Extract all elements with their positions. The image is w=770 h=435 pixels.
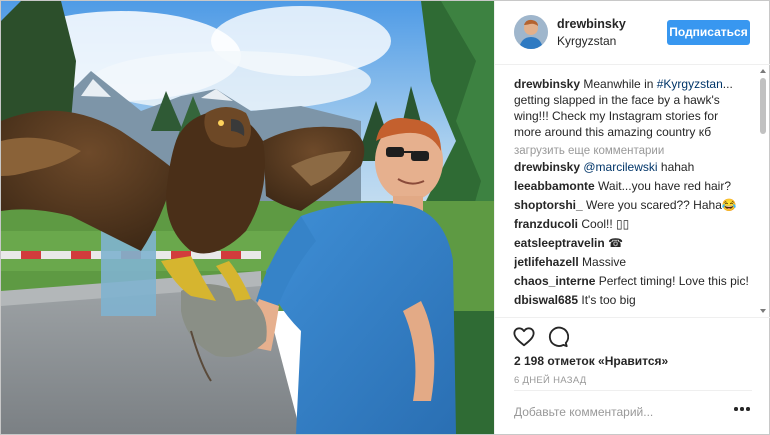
comment-text: Perfect timing! Love this pic! [598,274,749,288]
comment-item: eatsleeptravelin ☎ [514,236,750,250]
post-header: drewbinsky Kyrgyzstan Подписаться [495,1,770,65]
comment-username[interactable]: dbiswal685 [514,293,578,307]
add-comment-input[interactable] [514,402,724,422]
avatar-picture [514,15,548,49]
caption-text-before: Meanwhile in [580,77,657,91]
comment-text: hahah [657,160,695,174]
divider [514,390,752,391]
scrollbar-thumb[interactable] [760,78,766,134]
avatar[interactable] [514,15,548,49]
post-timestamp: 6 ДНЕЙ НАЗАД [514,375,587,386]
comment-username[interactable]: eatsleeptravelin [514,236,605,250]
post-caption: drewbinsky Meanwhile in #Kyrgyzstan... g… [514,76,746,140]
comment-item: drewbinsky @marcilewski hahah [514,160,750,174]
comment-username[interactable]: leeabbamonte [514,179,595,193]
comment-username[interactable]: drewbinsky [514,160,580,174]
comment-text: Massive [582,255,627,269]
comment-text: ☎ [608,236,624,250]
heart-icon[interactable] [513,326,535,348]
comment-username[interactable]: shoptorshi_ [514,198,583,212]
likes-count[interactable]: 2 198 отметок «Нравится» [514,354,668,368]
more-options-icon[interactable] [734,407,750,413]
comment-item: dbiswal685 It's too big [514,293,750,307]
post-location[interactable]: Kyrgyzstan [557,34,616,48]
comment-text: Were you scared?? Haha😂 [586,198,737,212]
comment-username[interactable]: chaos_interne [514,274,595,288]
comment-text: Cool!! ▯▯ [581,217,630,231]
comment-username[interactable]: jetlifehazell [514,255,579,269]
comments-list[interactable]: drewbinsky Meanwhile in #Kyrgyzstan... g… [495,65,770,317]
scroll-up-arrow-icon[interactable] [760,69,766,73]
caption-hashtag[interactable]: #Kyrgyzstan [657,77,723,91]
comment-mention[interactable]: @marcilewski [583,160,657,174]
comments-scrollbar[interactable] [759,69,767,313]
comment-item: jetlifehazell Massive [514,255,750,269]
comment-item: franzducoli Cool!! ▯▯ [514,217,750,231]
post-side-panel: drewbinsky Kyrgyzstan Подписаться drewbi… [494,1,770,434]
comment-username[interactable]: franzducoli [514,217,578,231]
comment-text: It's too big [581,293,636,307]
comment-bubble-icon[interactable] [547,326,569,348]
post-photo[interactable] [1,1,494,434]
comment-item: chaos_interne Perfect timing! Love this … [514,274,750,288]
comment-item: leeabbamonte Wait...you have red hair? [514,179,750,193]
scroll-down-arrow-icon[interactable] [760,309,766,313]
photo-illustration [1,1,494,434]
add-comment-bar [495,390,770,434]
comment-text: Wait...you have red hair? [598,179,732,193]
caption-username[interactable]: drewbinsky [514,77,580,91]
load-more-comments-link[interactable]: загрузить еще комментарии [514,145,664,157]
follow-button[interactable]: Подписаться [667,20,750,45]
post-author-username[interactable]: drewbinsky [557,17,626,31]
comment-item: shoptorshi_ Were you scared?? Haha😂 [514,198,750,212]
